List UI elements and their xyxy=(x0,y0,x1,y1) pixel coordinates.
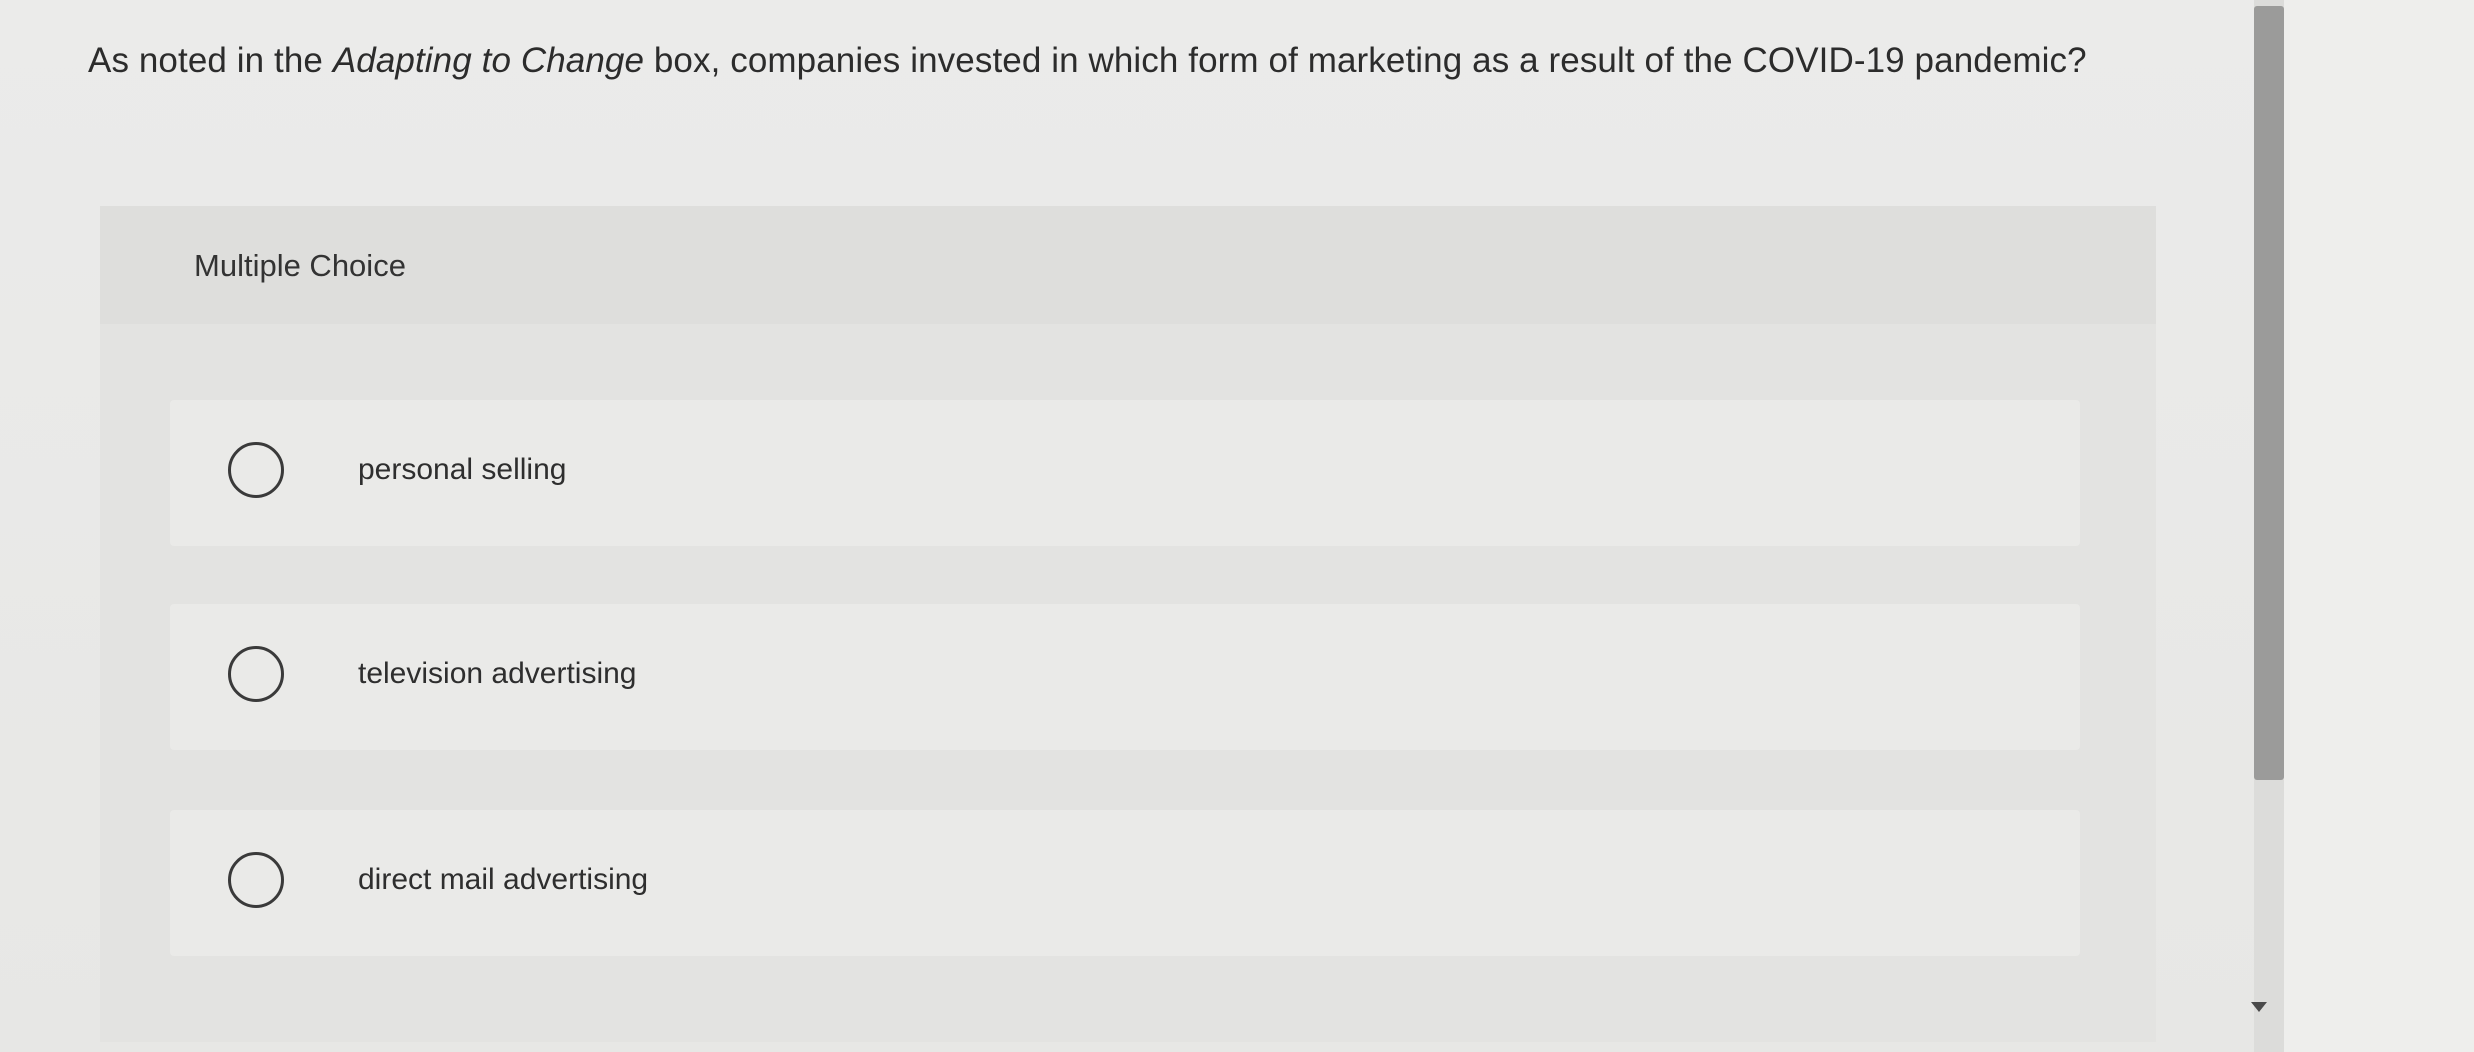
multiple-choice-label: Multiple Choice xyxy=(194,248,406,283)
multiple-choice-header: Multiple Choice xyxy=(100,206,2156,324)
question-suffix: box, companies invested in which form of… xyxy=(644,41,2087,80)
page: As noted in the Adapting to Change box, … xyxy=(0,0,2474,1052)
multiple-choice-panel: Multiple Choice personal selling televis… xyxy=(100,206,2156,1042)
radio-button-icon[interactable] xyxy=(228,442,284,498)
scroll-down-arrow-icon[interactable] xyxy=(2251,1002,2267,1012)
answer-option-direct-mail-advertising[interactable]: direct mail advertising xyxy=(170,810,2080,956)
right-margin-area xyxy=(2284,0,2474,1052)
scrollbar-thumb[interactable] xyxy=(2254,6,2284,780)
radio-button-icon[interactable] xyxy=(228,852,284,908)
answer-option-label: personal selling xyxy=(358,453,567,486)
vertical-scrollbar[interactable] xyxy=(2254,0,2284,1052)
radio-button-icon[interactable] xyxy=(228,646,284,702)
question-prefix: As noted in the xyxy=(88,41,333,80)
answer-option-label: direct mail advertising xyxy=(358,863,649,896)
answer-option-television-advertising[interactable]: television advertising xyxy=(170,604,2080,750)
answer-option-personal-selling[interactable]: personal selling xyxy=(170,400,2080,546)
question-italic-reference: Adapting to Change xyxy=(332,41,645,80)
question-text: As noted in the Adapting to Change box, … xyxy=(88,36,2238,86)
answer-option-label: television advertising xyxy=(358,657,637,690)
